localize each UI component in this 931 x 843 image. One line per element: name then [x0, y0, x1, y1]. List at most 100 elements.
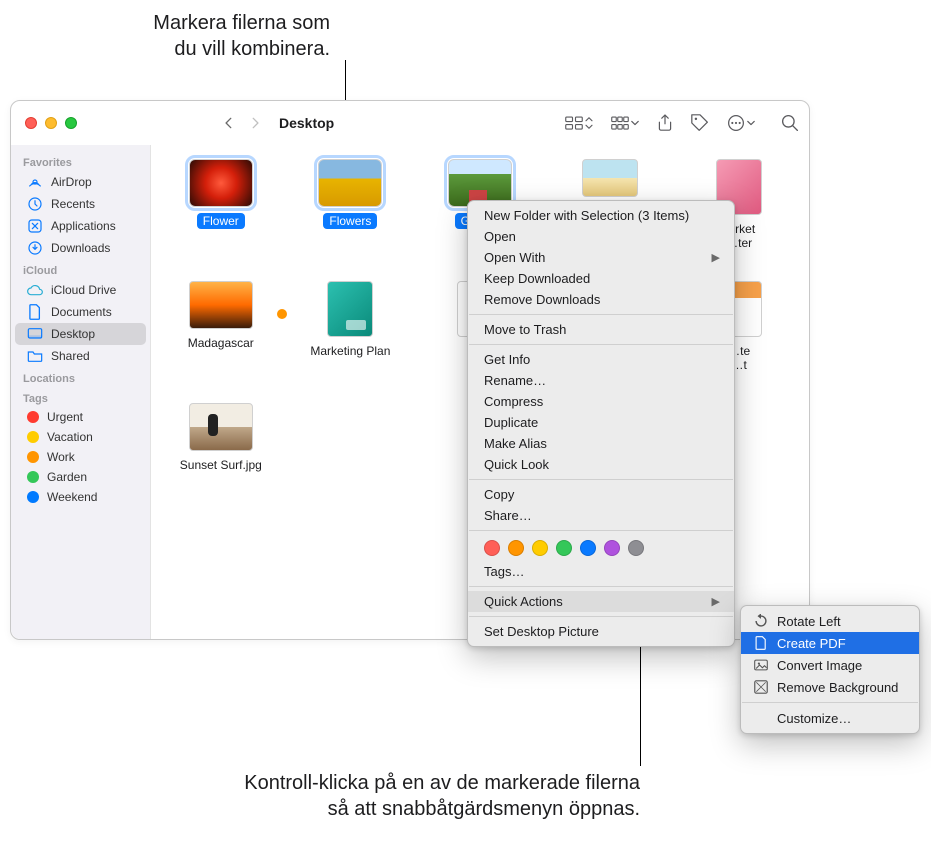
ctx-open-with[interactable]: Open With▶ — [468, 247, 734, 268]
tag-dot — [27, 471, 39, 483]
sidebar-label: Downloads — [51, 241, 110, 255]
ctx-make-alias[interactable]: Make Alias — [468, 433, 734, 454]
ctx-get-info[interactable]: Get Info — [468, 349, 734, 370]
sidebar-item-desktop[interactable]: Desktop — [15, 323, 146, 345]
folder-icon — [27, 348, 43, 364]
tag-color-orange[interactable] — [508, 540, 524, 556]
ctx-set-desktop[interactable]: Set Desktop Picture — [468, 621, 734, 642]
sm-remove-background[interactable]: Remove Background — [741, 676, 919, 698]
context-menu: New Folder with Selection (3 Items) Open… — [467, 200, 735, 647]
sidebar-item-shared[interactable]: Shared — [15, 345, 146, 367]
sidebar-label: Recents — [51, 197, 95, 211]
close-button[interactable] — [25, 117, 37, 129]
sidebar-tag-urgent[interactable]: Urgent — [15, 407, 146, 427]
search-icon[interactable] — [781, 114, 799, 132]
tag-color-red[interactable] — [484, 540, 500, 556]
tag-color-blue[interactable] — [580, 540, 596, 556]
ctx-tag-colors — [468, 535, 734, 561]
file-item-flower[interactable]: Flower — [161, 159, 281, 251]
sm-convert-image[interactable]: Convert Image — [741, 654, 919, 676]
separator — [469, 616, 733, 617]
minimize-button[interactable] — [45, 117, 57, 129]
sidebar-label: Applications — [51, 219, 116, 233]
applications-icon — [27, 218, 43, 234]
document-icon — [27, 304, 43, 320]
ctx-open[interactable]: Open — [468, 226, 734, 247]
file-name: Flowers — [323, 213, 377, 229]
tag-dot — [27, 491, 39, 503]
file-item-madagascar[interactable]: Madagascar — [161, 281, 281, 373]
sidebar-label: Urgent — [47, 410, 83, 424]
tag-color-gray[interactable] — [628, 540, 644, 556]
sidebar-label: Garden — [47, 470, 87, 484]
tag-dot — [277, 309, 287, 319]
callout-bottom: Kontroll-klicka på en av de markerade fi… — [60, 770, 640, 822]
sidebar-item-airdrop[interactable]: AirDrop — [15, 171, 146, 193]
sidebar-tag-weekend[interactable]: Weekend — [15, 487, 146, 507]
more-icon[interactable] — [727, 114, 755, 132]
file-thumb — [189, 403, 253, 451]
ctx-rename[interactable]: Rename… — [468, 370, 734, 391]
cloud-icon — [27, 282, 43, 298]
chevron-right-icon: ▶ — [712, 595, 720, 608]
file-item-surf[interactable]: Sunset Surf.jpg — [161, 403, 281, 473]
ctx-quick-look[interactable]: Quick Look — [468, 454, 734, 475]
sidebar-item-iclouddrive[interactable]: iCloud Drive — [15, 279, 146, 301]
file-item-flowers[interactable]: Flowers — [291, 159, 411, 251]
sm-rotate-left[interactable]: Rotate Left — [741, 610, 919, 632]
file-thumb — [189, 159, 253, 207]
ctx-share[interactable]: Share… — [468, 505, 734, 526]
sidebar-item-recents[interactable]: Recents — [15, 193, 146, 215]
sm-create-pdf[interactable]: Create PDF — [741, 632, 919, 654]
tag-dot — [27, 451, 39, 463]
tag-color-yellow[interactable] — [532, 540, 548, 556]
separator — [469, 344, 733, 345]
nav-arrows — [217, 111, 267, 135]
tag-icon[interactable] — [691, 114, 709, 132]
tag-color-purple[interactable] — [604, 540, 620, 556]
downloads-icon — [27, 240, 43, 256]
ctx-copy[interactable]: Copy — [468, 484, 734, 505]
callout-bottom-leader — [640, 636, 641, 766]
file-thumb — [189, 281, 253, 329]
tag-color-green[interactable] — [556, 540, 572, 556]
zoom-button[interactable] — [65, 117, 77, 129]
window-controls — [25, 117, 77, 129]
ctx-compress[interactable]: Compress — [468, 391, 734, 412]
sidebar-tag-work[interactable]: Work — [15, 447, 146, 467]
forward-button[interactable] — [243, 111, 267, 135]
group-icon[interactable] — [611, 116, 639, 130]
clock-icon — [27, 196, 43, 212]
sidebar-item-documents[interactable]: Documents — [15, 301, 146, 323]
share-icon[interactable] — [657, 114, 673, 132]
sidebar-tag-vacation[interactable]: Vacation — [15, 427, 146, 447]
file-item-marketing[interactable]: Marketing Plan — [291, 281, 411, 373]
ctx-quick-actions[interactable]: Quick Actions▶ — [468, 591, 734, 612]
chevron-right-icon: ▶ — [712, 251, 720, 264]
sidebar-item-applications[interactable]: Applications — [15, 215, 146, 237]
ctx-duplicate[interactable]: Duplicate — [468, 412, 734, 433]
ctx-remove-downloads[interactable]: Remove Downloads — [468, 289, 734, 310]
sm-customize[interactable]: Customize… — [741, 707, 919, 729]
sidebar-label: Weekend — [47, 490, 97, 504]
view-icon[interactable] — [565, 116, 593, 130]
sidebar-label: Documents — [51, 305, 112, 319]
desktop-icon — [27, 326, 43, 342]
sidebar-tag-garden[interactable]: Garden — [15, 467, 146, 487]
remove-bg-icon — [753, 679, 769, 695]
toolbar-title: Desktop — [279, 115, 334, 131]
sidebar-header-tags: Tags — [11, 387, 150, 407]
sidebar-label: iCloud Drive — [51, 283, 116, 297]
ctx-tags[interactable]: Tags… — [468, 561, 734, 582]
sidebar-item-downloads[interactable]: Downloads — [15, 237, 146, 259]
ctx-keep-downloaded[interactable]: Keep Downloaded — [468, 268, 734, 289]
callout-bottom-line1: Kontroll-klicka på en av de markerade fi… — [60, 770, 640, 796]
callout-top: Markera filerna som du vill kombinera. — [70, 10, 330, 62]
ctx-new-folder[interactable]: New Folder with Selection (3 Items) — [468, 205, 734, 226]
sidebar-label: Desktop — [51, 327, 95, 341]
ctx-move-to-trash[interactable]: Move to Trash — [468, 319, 734, 340]
sidebar-label: Work — [47, 450, 75, 464]
sidebar-header-icloud: iCloud — [11, 259, 150, 279]
file-name: Flower — [197, 213, 245, 229]
back-button[interactable] — [217, 111, 241, 135]
